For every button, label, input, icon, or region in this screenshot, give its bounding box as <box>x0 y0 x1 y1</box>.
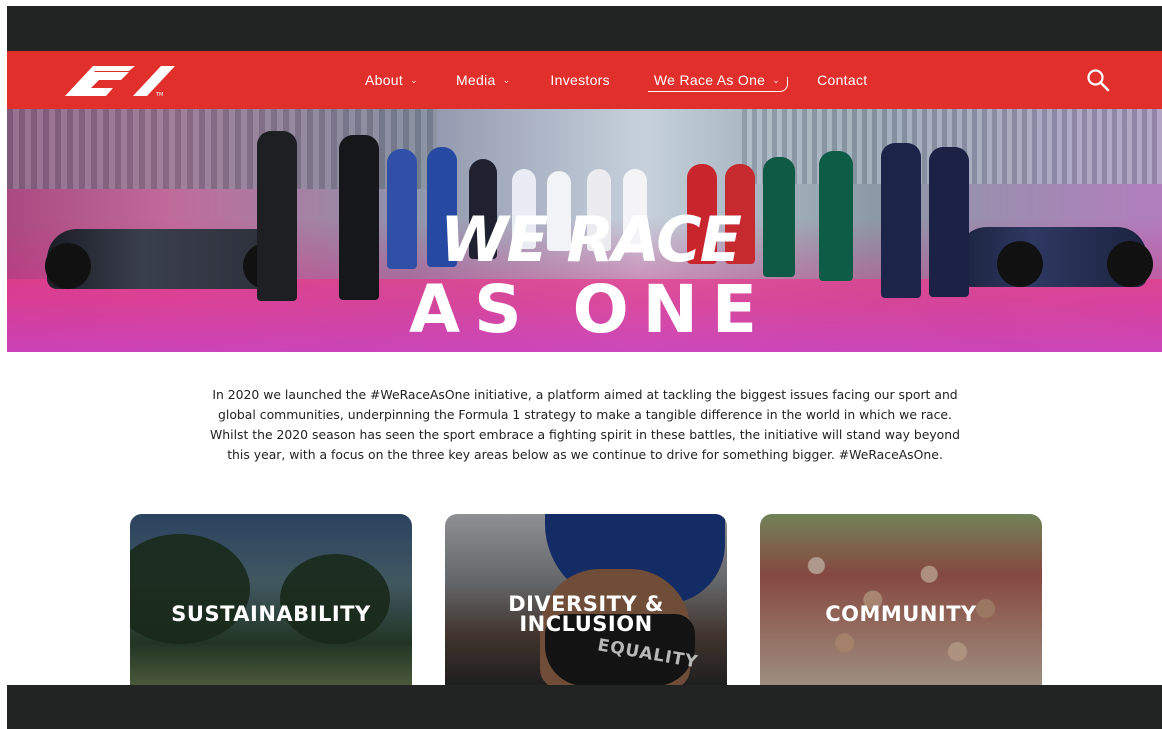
card-title-line-2: INCLUSION <box>519 612 653 636</box>
race-car-right <box>957 227 1153 287</box>
f1-logo-icon: TM <box>65 66 175 98</box>
card-title-line-1: DIVERSITY & <box>508 592 664 616</box>
bottom-dark-bar <box>7 685 1162 729</box>
nav-item-media-label: Media <box>455 72 496 88</box>
card-overlay <box>130 514 412 686</box>
f1-logo[interactable]: TM <box>63 66 179 98</box>
nav-item-about-label: About <box>365 72 404 88</box>
card-diversity-inclusion[interactable]: EQUALITY DIVERSITY & INCLUSION <box>445 514 727 686</box>
card-title: COMMUNITY <box>825 602 977 626</box>
hero-banner: WE RACE AS ONE <box>7 109 1162 352</box>
search-icon <box>1087 69 1110 92</box>
main-nav: TM About ⌄ Media ⌄ Investors We Race As … <box>7 51 1162 109</box>
nav-item-investors[interactable]: Investors <box>550 51 610 109</box>
car-wheel <box>997 241 1043 287</box>
chevron-down-icon: ⌄ <box>410 75 418 85</box>
driver-figure <box>339 135 379 300</box>
driver-figure <box>819 151 853 281</box>
nav-item-contact[interactable]: Contact <box>817 51 867 109</box>
chevron-down-icon: ⌄ <box>772 75 781 85</box>
car-wheel <box>45 243 91 289</box>
race-car-left <box>45 229 289 289</box>
driver-figure <box>881 143 921 298</box>
card-community[interactable]: COMMUNITY <box>760 514 1042 686</box>
driver-figure <box>929 147 969 297</box>
intro-paragraph: In 2020 we launched the #WeRaceAsOne ini… <box>210 387 960 462</box>
card-title: SUSTAINABILITY <box>171 602 371 626</box>
car-wheel <box>1107 241 1153 287</box>
nav-item-about[interactable]: About ⌄ <box>365 51 418 109</box>
hero-title-line-2: AS ONE <box>408 271 772 348</box>
hero-title: WE RACE AS ONE <box>401 209 779 343</box>
nav-item-media[interactable]: Media ⌄ <box>456 51 510 109</box>
top-dark-bar <box>7 6 1162 51</box>
search-button[interactable] <box>1086 68 1110 92</box>
nav-item-investors-label: Investors <box>550 72 610 88</box>
chevron-down-icon: ⌄ <box>502 75 511 85</box>
nav-menu: About ⌄ Media ⌄ Investors We Race As One… <box>365 51 867 109</box>
nav-item-we-race-as-one[interactable]: We Race As One ⌄ <box>647 51 789 109</box>
hero-title-line-1: WE RACE <box>440 203 742 276</box>
card-sustainability[interactable]: SUSTAINABILITY <box>130 514 412 686</box>
svg-text:TM: TM <box>155 92 163 96</box>
card-overlay <box>760 514 1042 686</box>
nav-item-we-race-as-one-label: We Race As One <box>653 72 766 88</box>
nav-item-contact-label: Contact <box>817 72 868 88</box>
driver-figure <box>257 131 297 301</box>
card-title: DIVERSITY & INCLUSION <box>445 592 727 636</box>
page: TM About ⌄ Media ⌄ Investors We Race As … <box>0 0 1162 729</box>
